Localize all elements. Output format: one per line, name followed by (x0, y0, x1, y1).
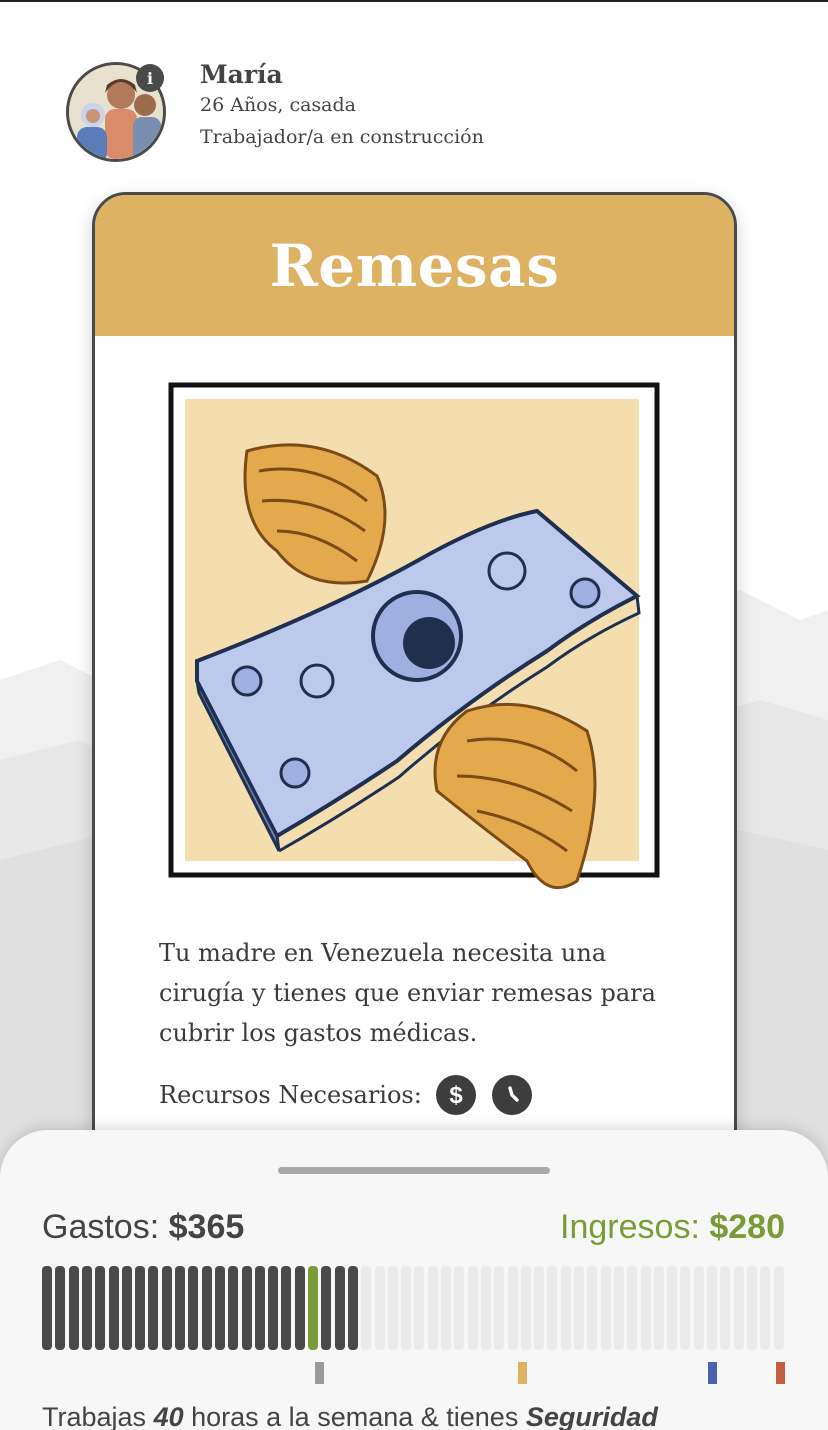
budget-segment (268, 1266, 278, 1350)
budget-segment (242, 1266, 252, 1350)
budget-segment (694, 1266, 704, 1350)
budget-segment (281, 1266, 291, 1350)
budget-segment (707, 1266, 717, 1350)
budget-segment (188, 1266, 198, 1350)
budget-segment (774, 1266, 784, 1350)
budget-segment (441, 1266, 451, 1350)
budget-bar (42, 1266, 787, 1352)
budget-segment (401, 1266, 411, 1350)
svg-text:$: $ (449, 1082, 463, 1108)
expenses-summary: Gastos: $365 (42, 1208, 244, 1247)
hours-value: 40 (153, 1402, 184, 1430)
budget-segment (375, 1266, 385, 1350)
budget-segment (747, 1266, 757, 1350)
budget-segment (348, 1266, 358, 1350)
budget-segment (414, 1266, 424, 1350)
budget-segment (335, 1266, 345, 1350)
budget-segment (308, 1266, 318, 1350)
budget-segment (547, 1266, 557, 1350)
budget-segment (69, 1266, 79, 1350)
budget-segment (109, 1266, 119, 1350)
budget-segment (122, 1266, 132, 1350)
budget-segment (587, 1266, 597, 1350)
budget-segment (667, 1266, 677, 1350)
required-resources: Recursos Necesarios: $ (159, 1075, 548, 1115)
budget-segment (534, 1266, 544, 1350)
budget-segment (561, 1266, 571, 1350)
income-summary: Ingresos: $280 (560, 1208, 785, 1247)
budget-segment (654, 1266, 664, 1350)
budget-segment (720, 1266, 730, 1350)
clock-icon (491, 1075, 532, 1115)
budget-segment (255, 1266, 265, 1350)
budget-segment (295, 1266, 305, 1350)
budget-segment (734, 1266, 744, 1350)
card-title: Remesas (269, 231, 560, 300)
budget-segment (321, 1266, 331, 1350)
resources-label: Recursos Necesarios: (159, 1081, 422, 1109)
budget-segment (574, 1266, 584, 1350)
budget-segment (468, 1266, 478, 1350)
budget-segment (175, 1266, 185, 1350)
budget-segment (760, 1266, 770, 1350)
hours-prefix: Trabajas (42, 1402, 147, 1430)
budget-segment (82, 1266, 92, 1350)
top-divider (0, 0, 828, 2)
income-value: $280 (709, 1208, 785, 1246)
budget-category-tick (518, 1362, 527, 1384)
card-description: Tu madre en Venezuela necesita una cirug… (159, 939, 656, 1047)
dollar-icon: $ (435, 1075, 476, 1115)
budget-segment (228, 1266, 238, 1350)
budget-segment (42, 1266, 52, 1350)
budget-segment (614, 1266, 624, 1350)
budget-segment (55, 1266, 65, 1350)
budget-segment (680, 1266, 690, 1350)
budget-category-tick (708, 1362, 717, 1384)
budget-segment (428, 1266, 438, 1350)
card-header: Remesas (95, 195, 734, 336)
budget-segment (135, 1266, 145, 1350)
budget-sheet[interactable]: Gastos: $365 Ingresos: $280 Trabajas 40 … (0, 1130, 828, 1430)
budget-category-tick (315, 1362, 324, 1384)
info-icon[interactable]: i (136, 64, 164, 92)
flying-money-illustration (168, 382, 660, 890)
profile-name: María (200, 60, 283, 89)
budget-segment (508, 1266, 518, 1350)
event-card[interactable]: Remesas Tu madre en Venezuela necesita u… (92, 192, 737, 1192)
income-label: Ingresos: (560, 1208, 700, 1246)
budget-segment (601, 1266, 611, 1350)
work-hours-text: Trabajas 40 horas a la semana & tienes S… (42, 1402, 802, 1430)
expenses-label: Gastos: (42, 1208, 160, 1246)
profile-header[interactable]: i María 26 Años, casada Trabajador/a en … (66, 60, 766, 170)
budget-segment (521, 1266, 531, 1350)
profile-age-status: 26 Años, casada (200, 94, 356, 116)
budget-segment (148, 1266, 158, 1350)
budget-segment (162, 1266, 172, 1350)
budget-segment (481, 1266, 491, 1350)
budget-category-tick (776, 1362, 785, 1384)
sheet-drag-handle[interactable] (278, 1167, 550, 1174)
budget-segment (388, 1266, 398, 1350)
budget-segment (95, 1266, 105, 1350)
budget-segment (641, 1266, 651, 1350)
profile-occupation: Trabajador/a en construcción (200, 126, 484, 148)
hours-benefit: Seguridad (525, 1402, 658, 1430)
hours-middle: horas a la semana & tienes (191, 1402, 519, 1430)
budget-segment (494, 1266, 504, 1350)
budget-segment (215, 1266, 225, 1350)
budget-segment (454, 1266, 464, 1350)
budget-segment (627, 1266, 637, 1350)
budget-segment (361, 1266, 371, 1350)
expenses-value: $365 (168, 1208, 245, 1246)
budget-segment (202, 1266, 212, 1350)
